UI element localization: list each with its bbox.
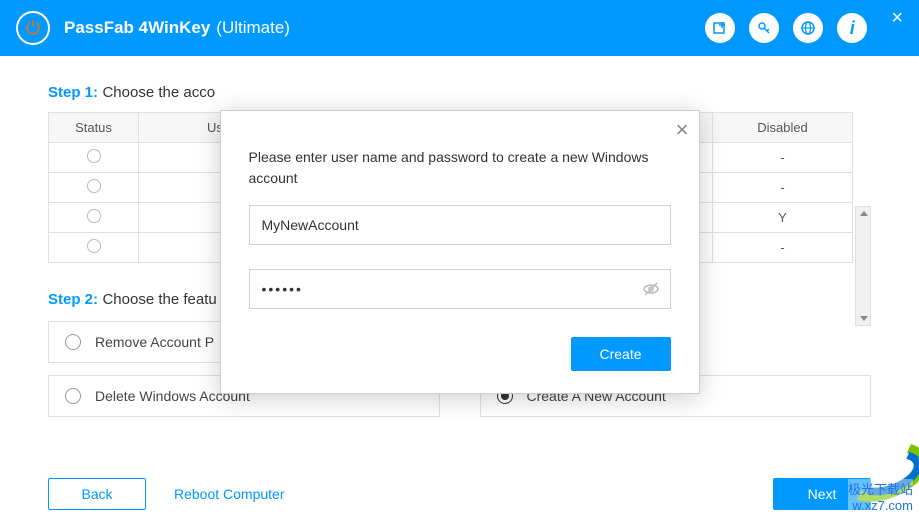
eye-off-icon [641,279,661,299]
password-input[interactable] [249,269,671,309]
modal-backdrop: × Please enter user name and password to… [0,0,919,523]
create-account-dialog: × Please enter user name and password to… [220,110,700,394]
username-input[interactable] [249,205,671,245]
toggle-password-visibility-icon[interactable] [641,279,661,304]
dialog-close-button[interactable]: × [676,117,689,143]
create-button[interactable]: Create [571,337,671,371]
dialog-message: Please enter user name and password to c… [249,147,671,189]
